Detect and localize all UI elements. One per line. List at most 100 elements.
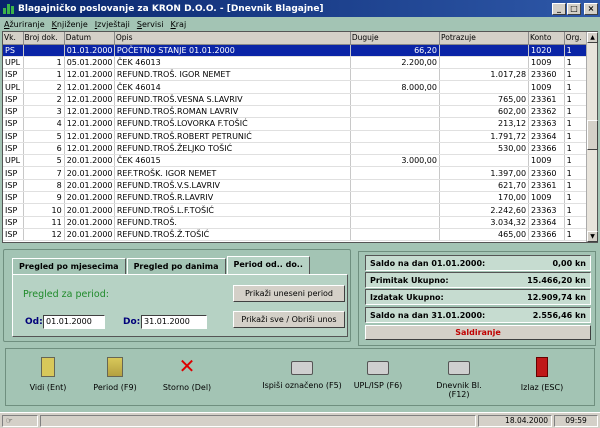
menu-knjizenje[interactable]: Knjiženje: [52, 20, 88, 29]
window-title: Blagajničko poslovanje za KRON D.O.O. - …: [18, 3, 324, 14]
col-header-konto[interactable]: Konto: [528, 32, 565, 45]
cell-potrazuje: 1.791,72: [439, 130, 530, 143]
show-all-clear-button[interactable]: Prikaži sve / Obriši unos: [233, 311, 345, 328]
minimize-button[interactable]: _: [552, 2, 566, 15]
cell-vk: ISP: [3, 142, 24, 156]
table-row[interactable]: UPL 5 20.01.2000 ČEK 46015 3.000,00 1009 1: [3, 154, 588, 168]
table-row[interactable]: ISP 6 12.01.2000 REFUND.TROŠ.ŽELJKO TOŠIĆ 53…: [3, 142, 588, 156]
scroll-thumb[interactable]: [587, 120, 598, 150]
izdatak-row: Izdatak Ukupno: 12.909,74 kn: [365, 289, 591, 305]
cell-konto: 23362: [528, 105, 565, 119]
cell-potrazuje: 2.242,60: [439, 203, 530, 217]
cell-broj-dok: 7: [23, 166, 65, 180]
menu-servisi[interactable]: Servisi: [137, 20, 164, 29]
period-document-icon: [107, 357, 123, 377]
to-label: Do:: [123, 317, 141, 327]
print-selected-button[interactable]: Ispiši označeno (F5): [262, 357, 342, 390]
col-header-duguje[interactable]: Duguje: [350, 32, 440, 45]
cell-datum: 01.01.2000: [64, 44, 115, 57]
cell-vk: ISP: [3, 105, 24, 119]
menu-kraj[interactable]: Kraj: [171, 20, 187, 29]
table-row[interactable]: ISP 12 20.01.2000 REFUND.TROŠ.Ž.TOŠIĆ 465,00…: [3, 228, 588, 242]
storno-button[interactable]: ✕ Storno (Del): [160, 356, 214, 392]
cell-duguje: [350, 130, 440, 143]
printer-icon: [448, 361, 470, 375]
cell-datum: 20.01.2000: [64, 191, 115, 205]
table-row[interactable]: ISP 7 20.01.2000 REF.TROŠK. IGOR NEMET 1.397…: [3, 166, 588, 180]
storno-button-label: Storno (Del): [162, 383, 212, 392]
maximize-button[interactable]: □: [567, 2, 581, 15]
menu-azuriranje[interactable]: Ažuriranje: [4, 20, 45, 29]
cell-vk: ISP: [3, 228, 24, 242]
table-row[interactable]: ISP 3 12.01.2000 REFUND.TROŠ.ROMAN LAVRIV 60…: [3, 105, 588, 119]
scroll-down-arrow-icon[interactable]: ▼: [587, 231, 598, 242]
cell-broj-dok: 1: [23, 56, 65, 70]
col-header-vk[interactable]: Vk.: [3, 32, 24, 45]
dnevnik-button[interactable]: Dnevnik Bl. (F12): [426, 357, 492, 399]
primitak-row: Primitak Ukupno: 15.466,20 kn: [365, 272, 591, 288]
show-period-button[interactable]: Prikaži uneseni period: [233, 285, 345, 302]
cell-konto: 23366: [528, 142, 565, 156]
menu-izvjestaji[interactable]: Izvještaji: [95, 20, 130, 29]
cell-broj-dok: 5: [23, 130, 65, 143]
view-document-icon: [41, 357, 55, 377]
cell-konto: 23364: [528, 216, 565, 229]
col-header-broj-dok[interactable]: Broj dok.: [23, 32, 65, 45]
cell-datum: 12.01.2000: [64, 142, 115, 156]
cell-datum: 20.01.2000: [64, 154, 115, 168]
exit-button[interactable]: Izlaz (ESC): [516, 357, 568, 392]
table-row[interactable]: ISP 2 12.01.2000 REFUND.TROŠ.VESNA S.LAVRIV…: [3, 93, 588, 106]
table-row[interactable]: PS 01.01.2000 POČETNO STANJE 01.01.2000 66,…: [3, 44, 588, 57]
cell-vk: ISP: [3, 203, 24, 217]
cell-potrazuje: [439, 80, 530, 94]
cell-duguje: 8.000,00: [350, 80, 440, 94]
cell-vk: ISP: [3, 179, 24, 193]
to-date-input[interactable]: 31.01.2000: [141, 315, 207, 329]
period-button[interactable]: Period (F9): [92, 357, 138, 392]
status-bar: ☞ 18.04.2000 09:59: [0, 412, 600, 428]
title-bar[interactable]: Blagajničko poslovanje za KRON D.O.O. - …: [0, 0, 600, 17]
from-label: Od:: [25, 317, 43, 327]
cell-opis: REFUND.TROŠ.V.S.LAVRIV: [114, 179, 351, 193]
col-header-org[interactable]: Org.: [564, 32, 588, 45]
exit-label: Izlaz (ESC): [520, 383, 564, 392]
tab-period-od-do[interactable]: Period od.. do..: [226, 256, 310, 274]
view-button[interactable]: Vidi (Ent): [28, 357, 68, 392]
table-row[interactable]: UPL 1 05.01.2000 ČEK 46013 2.200,00 1009 1: [3, 56, 588, 70]
table-row[interactable]: ISP 11 20.01.2000 REFUND.TROŠ. 3.034,32 23364…: [3, 216, 588, 229]
grid-vertical-scrollbar[interactable]: ▲ ▼: [586, 32, 598, 242]
table-row[interactable]: ISP 1 12.01.2000 REFUND.TROŠ. IGOR NEMET 1.0…: [3, 68, 588, 82]
primitak-value: 15.466,20 kn: [527, 275, 586, 285]
journal-grid[interactable]: Vk. Broj dok. Datum Opis Duguje Potrazuj…: [2, 31, 598, 243]
table-row[interactable]: ISP 5 12.01.2000 REFUND.TROŠ.ROBERT PETRUNI…: [3, 130, 588, 143]
col-header-potrazuje[interactable]: Potrazuje: [439, 32, 530, 45]
cell-datum: 12.01.2000: [64, 93, 115, 106]
scroll-up-arrow-icon[interactable]: ▲: [587, 32, 598, 43]
cell-potrazuje: 602,00: [439, 105, 530, 119]
cell-konto: 23363: [528, 203, 565, 217]
from-date-input[interactable]: 01.01.2000: [43, 315, 105, 329]
cell-datum: 20.01.2000: [64, 179, 115, 193]
col-header-datum[interactable]: Datum: [64, 32, 115, 45]
table-row[interactable]: UPL 2 12.01.2000 ČEK 46014 8.000,00 1009 1: [3, 80, 588, 94]
view-button-label: Vidi (Ent): [29, 383, 67, 392]
cell-konto: 23361: [528, 179, 565, 193]
table-row[interactable]: ISP 10 20.01.2000 REFUND.TROŠ.L.F.TOŠIĆ 2.24…: [3, 203, 588, 217]
upl-isp-button[interactable]: UPL/ISP (F6): [350, 357, 406, 390]
period-title: Pregled za period:: [23, 289, 109, 300]
table-row[interactable]: ISP 9 20.01.2000 REFUND.TROŠ.R.LAVRIV 170,00…: [3, 191, 588, 205]
status-time: 09:59: [554, 415, 598, 427]
tab-pregled-po-danima[interactable]: Pregled po danima: [126, 258, 226, 274]
tab-pregled-po-mjesecima[interactable]: Pregled po mjesecima: [12, 258, 126, 274]
table-row[interactable]: ISP 4 12.01.2000 REFUND.TROŠ.LOVORKA F.TOŠI…: [3, 117, 588, 131]
cell-vk: ISP: [3, 191, 24, 205]
close-button[interactable]: ×: [584, 2, 598, 15]
col-header-opis[interactable]: Opis: [114, 32, 351, 45]
cell-opis: REFUND.TROŠ.R.LAVRIV: [114, 191, 351, 205]
saldiranje-button[interactable]: Saldiranje: [365, 325, 591, 340]
main-window: Blagajničko poslovanje za KRON D.O.O. - …: [0, 0, 600, 428]
table-row[interactable]: ISP 8 20.01.2000 REFUND.TROŠ.V.S.LAVRIV 621,…: [3, 179, 588, 193]
cell-opis: REFUND.TROŠ.ŽELJKO TOŠIĆ: [114, 142, 351, 156]
izdatak-label: Izdatak Ukupno:: [370, 292, 444, 302]
cell-org: 1: [564, 191, 588, 205]
